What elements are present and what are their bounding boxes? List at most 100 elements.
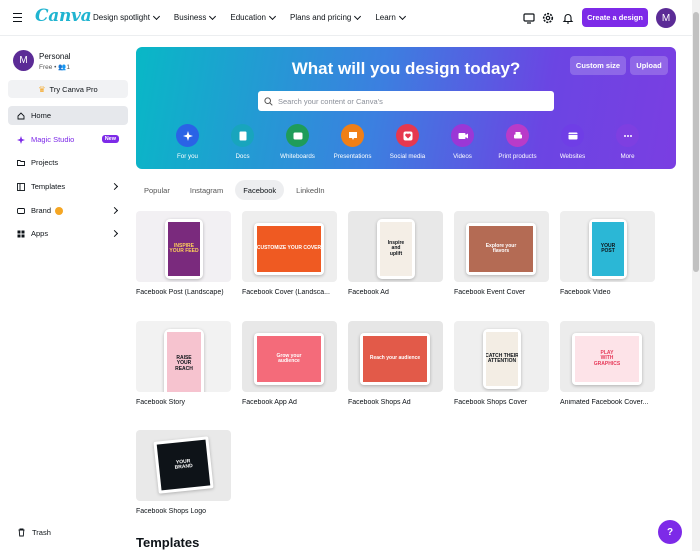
category-label: For you bbox=[177, 153, 198, 160]
scrollbar[interactable] bbox=[692, 0, 700, 551]
new-badge: New bbox=[101, 135, 119, 143]
category-label: Docs bbox=[235, 153, 250, 160]
category-for-you[interactable]: For you bbox=[160, 124, 215, 160]
template-preview: Inspire and uplift bbox=[380, 222, 412, 276]
template-thumbnail[interactable]: PLAY WITH GRAPHICS bbox=[560, 321, 655, 392]
desktop-icon[interactable] bbox=[523, 12, 535, 24]
tab-popular[interactable]: Popular bbox=[136, 180, 178, 200]
upload-button[interactable]: Upload bbox=[630, 56, 668, 75]
template-card-label: Animated Facebook Cover... bbox=[560, 399, 649, 406]
template-preview: CUSTOMIZE YOUR COVER bbox=[257, 226, 321, 272]
template-card[interactable]: RAISE YOUR REACH Facebook Story bbox=[136, 321, 231, 406]
scrollbar-thumb[interactable] bbox=[693, 12, 699, 272]
heart-icon bbox=[396, 124, 419, 147]
preview-text: uplift bbox=[389, 250, 403, 257]
template-thumbnail[interactable]: YOUR BRAND bbox=[136, 430, 231, 501]
category-label: Whiteboards bbox=[280, 153, 315, 160]
nav-learn[interactable]: Learn bbox=[375, 12, 406, 22]
template-card[interactable]: Reach your audience Facebook Shops Ad bbox=[348, 321, 443, 406]
search-input[interactable] bbox=[278, 96, 538, 106]
device-mockup: YOUR POST bbox=[589, 219, 627, 279]
template-card[interactable]: PLAY WITH GRAPHICS Animated Facebook Cover.… bbox=[560, 321, 655, 406]
preview-text: YOUR FEED bbox=[169, 248, 199, 254]
preview-text: POST bbox=[601, 248, 615, 254]
menu-icon[interactable] bbox=[13, 13, 22, 22]
template-card[interactable]: Explore your flavors Facebook Event Cover bbox=[454, 211, 549, 296]
top-navbar: Canva Design spotlight Business Educatio… bbox=[0, 0, 692, 36]
category-videos[interactable]: Videos bbox=[435, 124, 490, 160]
video-icon bbox=[451, 124, 474, 147]
print-icon bbox=[506, 124, 529, 147]
template-card[interactable]: YOUR BRAND Facebook Shops Logo bbox=[136, 430, 231, 515]
preview-text: Reach your audience bbox=[369, 355, 421, 362]
create-design-button[interactable]: Create a design bbox=[582, 8, 648, 27]
template-thumbnail[interactable]: CUSTOMIZE YOUR COVER bbox=[242, 211, 337, 282]
tab-facebook[interactable]: Facebook bbox=[235, 180, 285, 200]
trash-icon bbox=[18, 528, 25, 537]
avatar: M bbox=[13, 50, 34, 71]
bell-icon[interactable] bbox=[562, 12, 574, 24]
template-thumbnail[interactable]: Inspire and uplift bbox=[348, 211, 443, 282]
magic-icon bbox=[17, 135, 25, 144]
gear-icon[interactable] bbox=[542, 12, 554, 24]
preview-text: REACH bbox=[175, 365, 193, 372]
template-card[interactable]: YOUR POST Facebook Video bbox=[560, 211, 655, 296]
nav-plans-pricing[interactable]: Plans and pricing bbox=[290, 12, 362, 22]
nav-business[interactable]: Business bbox=[174, 12, 217, 22]
nav-design-spotlight[interactable]: Design spotlight bbox=[93, 12, 160, 22]
category-label: Presentations bbox=[333, 153, 372, 160]
sidebar-item-brand[interactable]: Brand bbox=[8, 201, 128, 220]
help-button[interactable]: ? bbox=[658, 520, 682, 544]
template-thumbnail[interactable]: YOUR POST bbox=[560, 211, 655, 282]
category-docs[interactable]: Docs bbox=[215, 124, 270, 160]
profile-switcher[interactable]: M Personal Free • 👥1 bbox=[13, 50, 71, 71]
template-preview: CATCH THEIR ATTENTION bbox=[486, 332, 518, 386]
category-whiteboards[interactable]: Whiteboards bbox=[270, 124, 325, 160]
template-preview: INSPIRE YOUR FEED bbox=[168, 222, 200, 276]
template-card[interactable]: INSPIRE YOUR FEED Facebook Post (Landscape… bbox=[136, 211, 231, 296]
presentation-icon bbox=[341, 124, 364, 147]
search-bar[interactable] bbox=[258, 91, 554, 111]
template-card[interactable]: Grow your audience Facebook App Ad bbox=[242, 321, 337, 406]
template-card-label: Facebook Video bbox=[560, 289, 611, 296]
template-thumbnail[interactable]: Reach your audience bbox=[348, 321, 443, 392]
canva-logo[interactable]: Canva bbox=[35, 6, 92, 26]
template-card[interactable]: CATCH THEIR ATTENTION Facebook Shops Cover bbox=[454, 321, 549, 406]
device-mockup: CUSTOMIZE YOUR COVER bbox=[254, 223, 324, 275]
template-preview: RAISE YOUR REACH bbox=[167, 332, 201, 392]
main-nav: Design spotlight Business Education Plan… bbox=[93, 12, 420, 22]
category-websites[interactable]: Websites bbox=[545, 124, 600, 160]
nav-education[interactable]: Education bbox=[230, 12, 277, 22]
template-card[interactable]: CUSTOMIZE YOUR COVER Facebook Cover (Land… bbox=[242, 211, 337, 296]
template-thumbnail[interactable]: RAISE YOUR REACH bbox=[136, 321, 231, 392]
sidebar-item-projects[interactable]: Projects bbox=[8, 153, 128, 172]
sidebar-item-magic-studio[interactable]: Magic Studio New bbox=[8, 130, 128, 149]
custom-size-button[interactable]: Custom size bbox=[570, 56, 626, 75]
brand-icon bbox=[17, 207, 25, 215]
chevron-right-icon bbox=[110, 229, 119, 238]
sparkle-icon bbox=[176, 124, 199, 147]
tab-linkedin[interactable]: LinkedIn bbox=[288, 180, 332, 200]
category-label: Websites bbox=[559, 153, 586, 160]
category-more[interactable]: More bbox=[600, 124, 655, 160]
template-thumbnail[interactable]: Explore your flavors bbox=[454, 211, 549, 282]
sidebar-item-templates[interactable]: Templates bbox=[8, 177, 128, 196]
template-thumbnail[interactable]: Grow your audience bbox=[242, 321, 337, 392]
avatar[interactable]: M bbox=[656, 8, 676, 28]
category-social-media[interactable]: Social media bbox=[380, 124, 435, 160]
category-presentations[interactable]: Presentations bbox=[325, 124, 380, 160]
sidebar-item-home[interactable]: Home bbox=[8, 106, 128, 125]
category-print-products[interactable]: Print products bbox=[490, 124, 545, 160]
device-mockup: PLAY WITH GRAPHICS bbox=[572, 333, 642, 385]
device-mockup: Grow your audience bbox=[254, 333, 324, 385]
chevron-right-icon bbox=[110, 182, 119, 191]
template-thumbnail[interactable]: CATCH THEIR ATTENTION bbox=[454, 321, 549, 392]
sidebar-item-apps[interactable]: Apps bbox=[8, 224, 128, 243]
tab-instagram[interactable]: Instagram bbox=[182, 180, 231, 200]
template-thumbnail[interactable]: INSPIRE YOUR FEED bbox=[136, 211, 231, 282]
try-pro-button[interactable]: ♛ Try Canva Pro bbox=[8, 80, 128, 98]
chevron-down-icon bbox=[354, 12, 362, 20]
sidebar-item-trash[interactable]: Trash bbox=[17, 528, 51, 537]
template-card[interactable]: Inspire and uplift Facebook Ad bbox=[348, 211, 443, 296]
crown-icon: ♛ bbox=[38, 84, 46, 94]
